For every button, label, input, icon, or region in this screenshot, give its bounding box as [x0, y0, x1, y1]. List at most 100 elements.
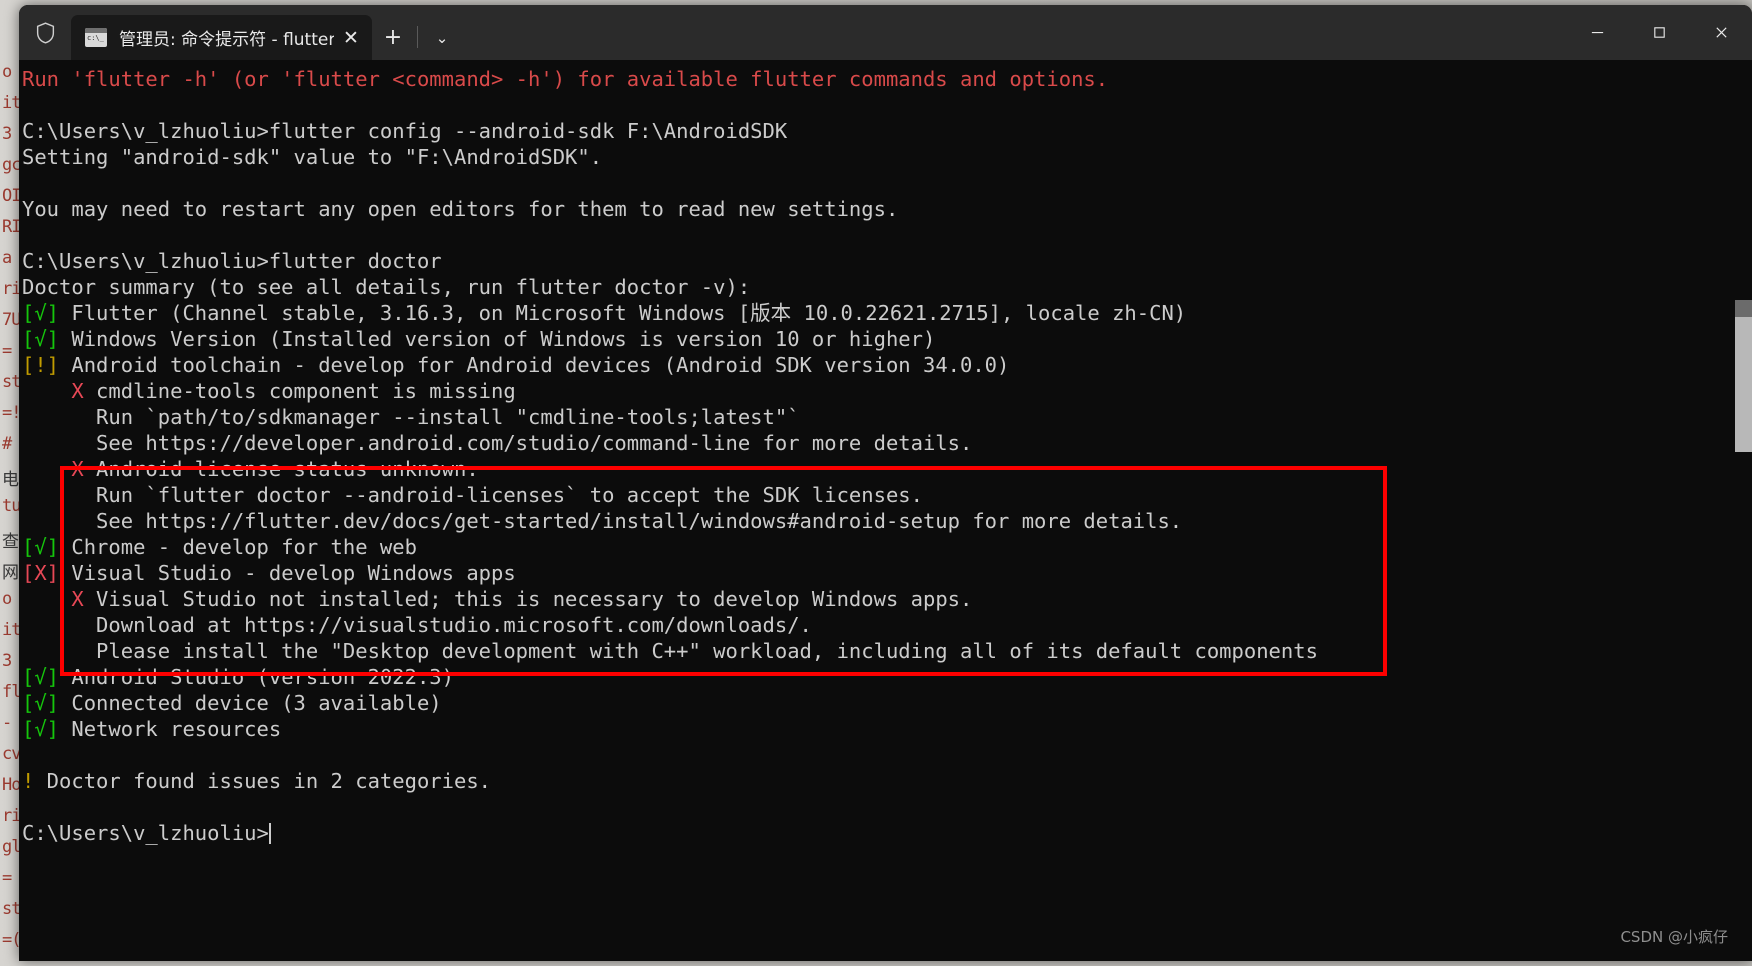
terminal-line-out-restart-editors: You may need to restart any open editors…: [22, 196, 1318, 222]
terminal-segment: [√]: [22, 535, 60, 559]
terminal-segment: X: [71, 457, 84, 481]
new-tab-button[interactable]: +: [372, 15, 414, 60]
scrollbar-track[interactable]: [1735, 300, 1752, 317]
terminal-line-see-android-license: See https://flutter.dev/docs/get-started…: [22, 508, 1318, 534]
terminal-output-area[interactable]: Run 'flutter -h' (or 'flutter <command> …: [19, 60, 1752, 961]
terminal-icon: [85, 28, 107, 47]
terminal-segment: You may need to restart any open editors…: [22, 197, 899, 221]
terminal-line-err-android-license: X Android license status unknown.: [22, 456, 1318, 482]
terminal-line-blank-4: [22, 742, 1318, 768]
terminal-segment: C:\Users\v_lzhuoliu>flutter doctor: [22, 249, 442, 273]
terminal-segment: Run `flutter doctor --android-licenses` …: [22, 483, 923, 507]
terminal-line-see-cmdline-tools: See https://developer.android.com/studio…: [22, 430, 1318, 456]
terminal-segment: See https://flutter.dev/docs/get-started…: [22, 509, 1183, 533]
background-text-line: =: [2, 341, 12, 361]
terminal-line-blank-3: [22, 222, 1318, 248]
terminal-segment: [√]: [22, 691, 60, 715]
terminal-segment: Run `path/to/sdkmanager --install "cmdli…: [22, 405, 800, 429]
terminal-line-blank-5: [22, 794, 1318, 820]
background-text-line: -: [2, 713, 12, 733]
terminal-segment: Visual Studio not installed; this is nec…: [83, 587, 973, 611]
background-text-line: OI: [2, 186, 22, 206]
terminal-line-check-connected-device: [√] Connected device (3 available): [22, 690, 1318, 716]
background-text-line: it: [2, 93, 22, 113]
terminal-line-check-network-resources: [√] Network resources: [22, 716, 1318, 742]
background-text-line: 网: [2, 563, 19, 583]
terminal-line-check-visual-studio: [X] Visual Studio - develop Windows apps: [22, 560, 1318, 586]
terminal-line-err-visual-studio: X Visual Studio not installed; this is n…: [22, 586, 1318, 612]
terminal-segment: [22, 223, 34, 247]
vertical-scrollbar[interactable]: [1735, 60, 1752, 961]
terminal-segment: Windows Version (Installed version of Wi…: [59, 327, 936, 351]
terminal-line-err-cmdline-tools: X cmdline-tools component is missing: [22, 378, 1318, 404]
terminal-line-blank-2: [22, 170, 1318, 196]
terminal-line-out-setting-sdk: Setting "android-sdk" value to "F:\Andro…: [22, 144, 1318, 170]
terminal-segment: X: [71, 379, 84, 403]
close-tab-button[interactable]: ✕: [334, 21, 368, 55]
terminal-text: Run 'flutter -h' (or 'flutter <command> …: [19, 66, 1318, 846]
terminal-segment: !: [22, 769, 35, 793]
terminal-segment: Doctor found issues in 2 categories.: [34, 769, 491, 793]
terminal-line-cmd-flutter-doctor: C:\Users\v_lzhuoliu>flutter doctor: [22, 248, 1318, 274]
close-window-button[interactable]: [1690, 5, 1752, 60]
terminal-line-flutter-help-hint: Run 'flutter -h' (or 'flutter <command> …: [22, 66, 1318, 92]
terminal-line-blank-1: [22, 92, 1318, 118]
terminal-segment: Doctor summary (to see all details, run …: [22, 275, 751, 299]
terminal-segment: [√]: [22, 327, 60, 351]
background-text-line: =: [2, 868, 12, 888]
terminal-line-final-prompt: C:\Users\v_lzhuoliu>: [22, 820, 1318, 846]
background-text-line: 3: [2, 651, 12, 671]
scrollbar-thumb[interactable]: [1735, 317, 1752, 452]
background-text-line: 查: [2, 532, 19, 552]
terminal-segment: Visual Studio - develop Windows apps: [59, 561, 516, 585]
background-text-line: 3: [2, 124, 12, 144]
terminal-line-doctor-issues-summary: ! Doctor found issues in 2 categories.: [22, 768, 1318, 794]
shield-icon: [19, 5, 71, 60]
terminal-segment: Flutter (Channel stable, 3.16.3, on Micr…: [59, 301, 1187, 325]
terminal-line-check-flutter: [√] Flutter (Channel stable, 3.16.3, on …: [22, 300, 1318, 326]
terminal-segment: C:\Users\v_lzhuoliu>: [22, 821, 269, 845]
terminal-segment: cmdline-tools component is missing: [83, 379, 516, 403]
terminal-line-check-chrome: [√] Chrome - develop for the web: [22, 534, 1318, 560]
terminal-segment: [22, 743, 34, 767]
terminal-segment: [X]: [22, 561, 60, 585]
background-text-line: fl: [2, 682, 22, 702]
minimize-button[interactable]: [1566, 5, 1628, 60]
terminal-line-fix-cmdline-tools: Run `path/to/sdkmanager --install "cmdli…: [22, 404, 1318, 430]
terminal-segment: See https://developer.android.com/studio…: [22, 431, 973, 455]
text-cursor: [268, 823, 271, 844]
maximize-button[interactable]: [1628, 5, 1690, 60]
terminal-line-cmd-flutter-config: C:\Users\v_lzhuoliu>flutter config --and…: [22, 118, 1318, 144]
terminal-line-download-visual-studio: Download at https://visualstudio.microso…: [22, 612, 1318, 638]
background-text-line: 电: [2, 470, 19, 490]
background-text-line: tu: [2, 496, 22, 516]
terminal-segment: Setting "android-sdk" value to "F:\Andro…: [22, 145, 603, 169]
terminal-segment: Connected device (3 available): [59, 691, 442, 715]
terminal-segment: X: [71, 587, 84, 611]
terminal-segment: [√]: [22, 665, 60, 689]
background-text-line: cv: [2, 744, 22, 764]
terminal-line-doctor-summary: Doctor summary (to see all details, run …: [22, 274, 1318, 300]
title-bar: 管理员: 命令提示符 - flutter d ✕ + ⌄: [19, 5, 1752, 60]
terminal-segment: [22, 93, 34, 117]
window-controls: [1566, 5, 1752, 60]
background-text-line: Ho: [2, 775, 22, 795]
terminal-line-fix-android-license: Run `flutter doctor --android-licenses` …: [22, 482, 1318, 508]
chevron-down-icon[interactable]: ⌄: [421, 15, 463, 60]
background-text-line: =!: [2, 403, 22, 423]
terminal-segment: Network resources: [59, 717, 282, 741]
terminal-tab[interactable]: 管理员: 命令提示符 - flutter d ✕: [71, 15, 372, 60]
tabbar-separator: [417, 26, 418, 48]
background-text-line: gc: [2, 155, 22, 175]
terminal-segment: [√]: [22, 717, 60, 741]
terminal-segment: Download at https://visualstudio.microso…: [22, 613, 812, 637]
terminal-window: 管理员: 命令提示符 - flutter d ✕ + ⌄ Run 'flutte…: [19, 5, 1752, 961]
terminal-segment: Run 'flutter -h' (or 'flutter <command> …: [22, 67, 1109, 91]
tab-title: 管理员: 命令提示符 - flutter d: [119, 30, 334, 50]
terminal-segment: Chrome - develop for the web: [59, 535, 417, 559]
background-text-line: it: [2, 620, 22, 640]
terminal-line-check-android-studio: [√] Android Studio (version 2022.3): [22, 664, 1318, 690]
terminal-segment: Please install the "Desktop development …: [22, 639, 1318, 663]
background-text-line: #: [2, 434, 12, 454]
background-text-line: o: [2, 62, 12, 82]
